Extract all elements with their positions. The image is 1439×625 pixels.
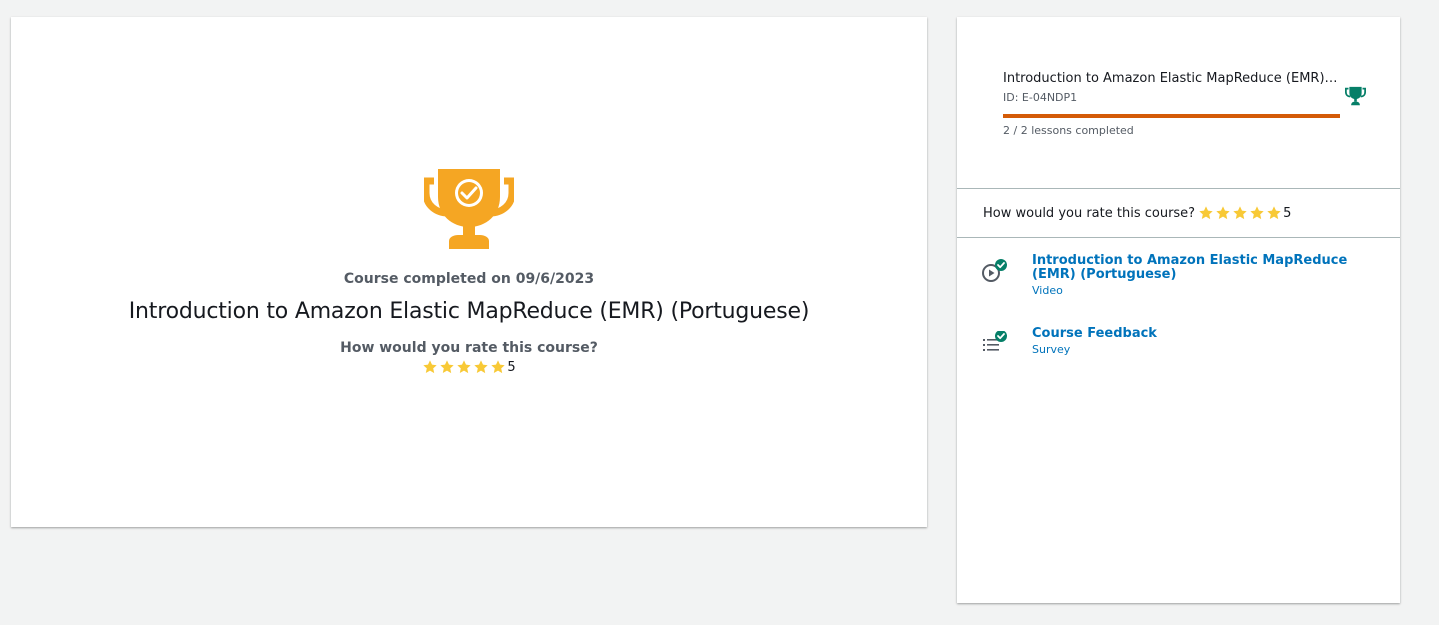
lesson-link[interactable]: Course Feedback [1032, 327, 1382, 341]
star-icon[interactable] [1249, 205, 1265, 221]
course-rating-row: How would you rate this course? 5 [957, 189, 1400, 238]
rating-value: 5 [1283, 205, 1292, 221]
star-icon[interactable] [456, 359, 472, 375]
page-title: Introduction to Amazon Elastic MapReduce… [128, 299, 810, 324]
lesson-item-survey[interactable]: Course Feedback Survey [957, 311, 1400, 371]
star-icon[interactable] [422, 359, 438, 375]
lesson-type: Survey [1032, 343, 1071, 356]
trophy-icon [424, 169, 514, 249]
rating-value: 5 [507, 359, 516, 375]
progress-bar-fill [1003, 114, 1340, 118]
course-title: Introduction to Amazon Elastic MapReduce… [1003, 71, 1338, 86]
star-icon[interactable] [1215, 205, 1231, 221]
completion-date: Course completed on 09/6/2023 [343, 271, 595, 287]
star-rating[interactable]: 5 [422, 359, 516, 375]
star-icon[interactable] [1232, 205, 1248, 221]
rate-question: How would you rate this course? [983, 205, 1196, 221]
course-summary: Introduction to Amazon Elastic MapReduce… [957, 17, 1400, 189]
star-icon[interactable] [439, 359, 455, 375]
lesson-item-video[interactable]: Introduction to Amazon Elastic MapReduce… [957, 238, 1400, 311]
lesson-link[interactable]: Introduction to Amazon Elastic MapReduce… [1032, 254, 1382, 282]
progress-bar [1003, 114, 1340, 118]
course-completion-card: Course completed on 09/6/2023 Introducti… [11, 17, 927, 527]
lesson-text: Course Feedback Survey [1032, 327, 1382, 357]
star-icon[interactable] [473, 359, 489, 375]
trophy-icon [1345, 86, 1366, 106]
list-check-icon [983, 331, 1007, 351]
star-icon[interactable] [1198, 205, 1214, 221]
lessons-completed: 2 / 2 lessons completed [1003, 124, 1134, 137]
course-outline-panel: Introduction to Amazon Elastic MapReduce… [957, 17, 1400, 603]
star-icon[interactable] [490, 359, 506, 375]
play-circle-check-icon [982, 259, 1007, 282]
star-icon[interactable] [1266, 205, 1282, 221]
rate-question: How would you rate this course? [340, 340, 598, 356]
lesson-text: Introduction to Amazon Elastic MapReduce… [1032, 254, 1382, 298]
lesson-type: Video [1032, 284, 1063, 297]
course-id: ID: E-04NDP1 [1003, 91, 1078, 104]
